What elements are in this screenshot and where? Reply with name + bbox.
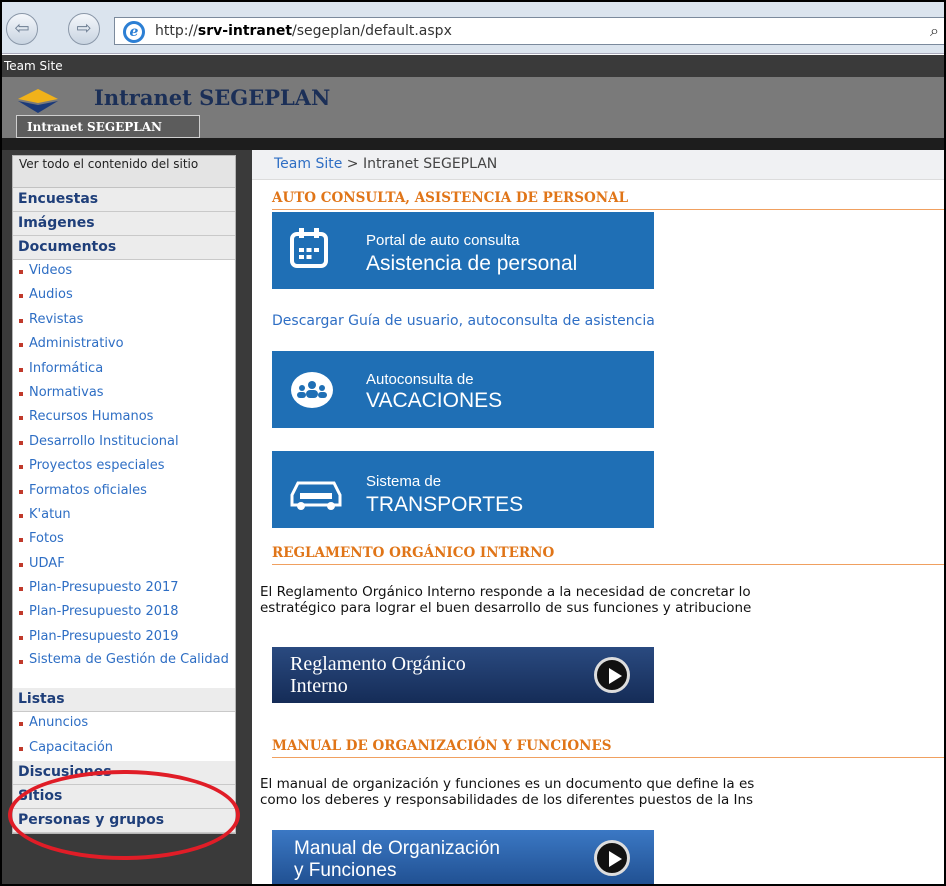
address-bar-area: ⇦ ⇨ e http://srv-intranet/segeplan/defau… [2,2,944,54]
quick-launch-box: Ver todo el contenido del sitio Encuesta… [12,155,236,835]
banner3-title: TRANSPORTES [366,493,524,516]
banner4-line1: Reglamento Orgánico [290,653,466,675]
tab-intranet-segeplan[interactable]: Intranet SEGEPLAN [16,115,200,138]
reglamento-description-line2: estratégico para lograr el buen desarrol… [260,600,752,616]
play-icon [594,657,630,693]
sidebar-item-personas[interactable]: Personas y grupos [13,809,235,834]
forward-button[interactable]: ⇨ [68,13,100,45]
segeplan-logo-icon [18,89,58,113]
sidebar-subitem-desarrollo-institucional[interactable]: Desarrollo Institucional [13,430,235,456]
section-heading-reglamento: REGLAMENTO ORGÁNICO INTERNO [272,545,944,565]
forward-arrow-icon: ⇨ [76,18,92,39]
banner1-title: Asistencia de personal [366,252,578,275]
tab-bar [2,138,944,150]
calendar-icon [290,228,328,268]
sidebar-subitem-capacitacion[interactable]: Capacitación [13,736,235,762]
reglamento-organico-banner[interactable]: Reglamento Orgánico Interno [272,647,654,703]
banner5-line2: y Funciones [294,860,397,881]
sidebar-subitem-katun[interactable]: K'atun [13,503,235,529]
sidebar-item-documentos[interactable]: Documentos [13,236,235,260]
url-text: http://srv-intranet/segeplan/default.asp… [155,23,452,39]
team-site-link[interactable]: Team Site [2,55,944,77]
banner2-title: VACACIONES [366,389,503,412]
view-all-content-link[interactable]: Ver todo el contenido del sitio [13,156,235,188]
sidebar-subitem-anuncios[interactable]: Anuncios [13,712,235,737]
banner4-line2: Interno [290,675,348,697]
car-icon [290,481,342,510]
sidebar-item-sitios[interactable]: Sitios [13,785,235,810]
asistencia-personal-banner[interactable]: Portal de auto consulta Asistencia de pe… [272,212,654,289]
sidebar-item-discusiones[interactable]: Discusiones [13,761,235,786]
breadcrumb: Team Site > Intranet SEGEPLAN [252,150,944,180]
sidebar-subitem-informatica[interactable]: Informática [13,357,235,382]
sidebar-subitem-gestion-calidad[interactable]: Sistema de Gestión de Calidad [13,650,235,689]
sidebar-subitem-fotos[interactable]: Fotos [13,528,235,553]
sidebar-subitem-formatos-oficiales[interactable]: Formatos oficiales [13,479,235,504]
manual-description-line2: como los deberes y responsabilidades de … [260,792,754,808]
ie-logo-icon: e [123,21,145,43]
section-heading-manual: MANUAL DE ORGANIZACIÓN Y FUNCIONES [272,738,944,758]
breadcrumb-team-site-link[interactable]: Team Site [274,156,342,172]
sidebar-subitem-revistas[interactable]: Revistas [13,308,235,334]
reglamento-description-line1: El Reglamento Orgánico Interno responde … [260,584,751,600]
browser-window: ⇦ ⇨ e http://srv-intranet/segeplan/defau… [0,0,946,886]
url-field[interactable]: e http://srv-intranet/segeplan/default.a… [114,17,944,45]
sidebar-item-listas[interactable]: Listas [13,688,235,713]
quick-launch-sidebar: Ver todo el contenido del sitio Encuesta… [2,150,252,884]
play-icon [594,840,630,876]
site-header: Team Site Intranet SEGEPLAN Intranet SEG… [2,55,944,150]
site-title: Intranet SEGEPLAN [94,85,331,110]
banner5-line1: Manual de Organización [294,838,500,859]
sidebar-subitem-plan-2018[interactable]: Plan-Presupuesto 2018 [13,601,235,626]
manual-description-line1: El manual de organización y funciones es… [260,776,755,792]
people-group-icon [291,372,333,408]
back-button[interactable]: ⇦ [6,13,38,45]
breadcrumb-separator: > [342,156,363,172]
sidebar-subitem-plan-2019[interactable]: Plan-Presupuesto 2019 [13,625,235,651]
main-content: Team Site > Intranet SEGEPLAN AUTO CONSU… [252,150,944,884]
banner3-subtitle: Sistema de [366,473,442,490]
sidebar-subitem-plan-2017[interactable]: Plan-Presupuesto 2017 [13,577,235,602]
banner1-subtitle: Portal de auto consulta [366,232,520,249]
search-icon[interactable]: ⌕ [930,21,939,41]
sidebar-subitem-recursos-humanos[interactable]: Recursos Humanos [13,406,235,431]
section-heading-auto-consulta: AUTO CONSULTA, ASISTENCIA DE PERSONAL [272,190,944,210]
download-guide-link[interactable]: Descargar Guía de usuario, autoconsulta … [272,313,655,329]
sidebar-subitem-audios[interactable]: Audios [13,284,235,309]
sidebar-subitem-administrativo[interactable]: Administrativo [13,333,235,358]
transportes-banner[interactable]: Sistema de TRANSPORTES [272,451,654,528]
banner2-subtitle: Autoconsulta de [366,371,474,388]
sidebar-item-imagenes[interactable]: Imágenes [13,212,235,236]
sidebar-item-encuestas[interactable]: Encuestas [13,188,235,212]
vacaciones-banner[interactable]: Autoconsulta de VACACIONES [272,351,654,428]
sidebar-subitem-normativas[interactable]: Normativas [13,381,235,407]
breadcrumb-current: Intranet SEGEPLAN [362,156,498,172]
manual-organizacion-banner[interactable]: Manual de Organización y Funciones [272,830,654,884]
sidebar-subitem-videos[interactable]: Videos [13,260,235,285]
back-arrow-icon: ⇦ [14,18,30,39]
sidebar-subitem-proyectos-especiales[interactable]: Proyectos especiales [13,455,235,480]
sidebar-subitem-udaf[interactable]: UDAF [13,552,235,578]
